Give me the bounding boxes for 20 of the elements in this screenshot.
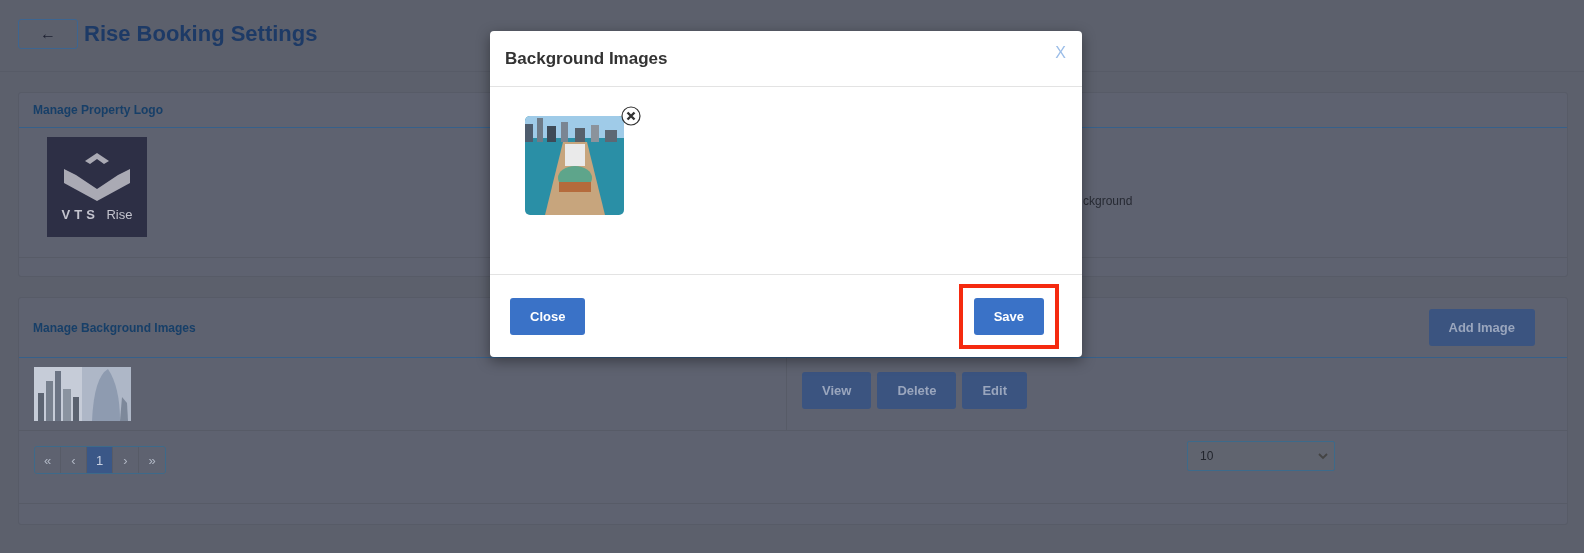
- modal-title: Background Images: [505, 48, 668, 69]
- page-size-select[interactable]: 10: [1187, 441, 1335, 471]
- action-button[interactable]: View: [802, 372, 872, 409]
- action-button[interactable]: Edit: [962, 372, 1027, 409]
- card-title: Manage Background Images: [33, 320, 196, 335]
- close-button[interactable]: Close: [510, 297, 586, 335]
- page-link[interactable]: «: [35, 447, 61, 473]
- close-button[interactable]: X: [1055, 43, 1066, 62]
- action-button[interactable]: Delete: [877, 372, 957, 409]
- logo-wordmark: VTS Rise: [61, 206, 133, 222]
- page-link[interactable]: 1: [87, 447, 113, 473]
- setting-note: ckground: [1082, 193, 1133, 208]
- page-title: Rise Booking Settings: [84, 20, 318, 47]
- save-button[interactable]: Save: [973, 297, 1044, 335]
- chevron-down-icon: [1318, 452, 1328, 460]
- card-title: Manage Property Logo: [33, 103, 163, 117]
- back-button[interactable]: ←: [18, 18, 78, 49]
- add-image-button[interactable]: Add Image: [1428, 309, 1535, 346]
- remove-icon[interactable]: [621, 106, 641, 126]
- logo-icon: [64, 152, 130, 201]
